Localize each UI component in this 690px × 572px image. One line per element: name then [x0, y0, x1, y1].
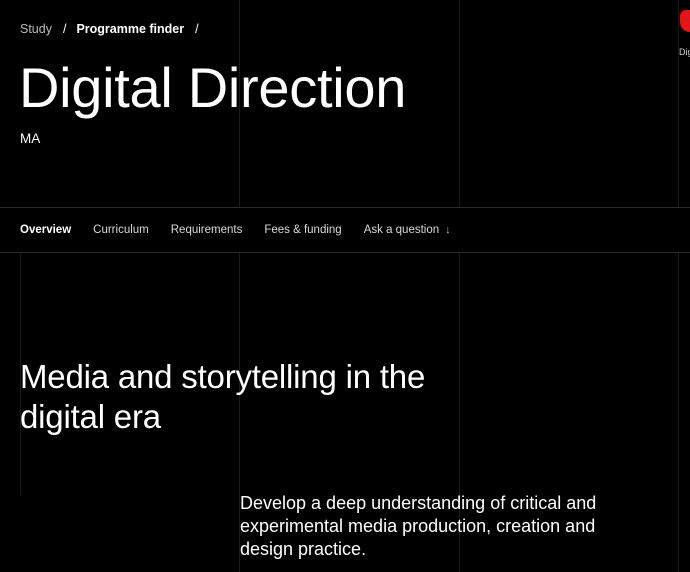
grid-line	[678, 0, 679, 572]
grid-line	[459, 0, 460, 572]
breadcrumb-separator: /	[195, 22, 199, 36]
tab-fees-funding[interactable]: Fees & funding	[264, 222, 341, 238]
hero-heading: Media and storytelling in the digital er…	[20, 358, 426, 435]
hero-intro-text: Develop a deep understanding of critical…	[240, 493, 597, 559]
breadcrumb-programme-finder-link[interactable]: Programme finder	[76, 20, 184, 38]
breadcrumb-study-link[interactable]: Study	[20, 20, 52, 38]
arrow-down-icon: ↓	[445, 224, 451, 236]
tab-curriculum[interactable]: Curriculum	[93, 222, 149, 238]
breadcrumb-separator: /	[62, 22, 67, 36]
brand-accent-shape	[680, 10, 690, 32]
breadcrumb: Study / Programme finder /	[20, 20, 209, 38]
tab-ask-a-question[interactable]: Ask a question ↓	[364, 222, 451, 238]
degree-type-label: MA	[20, 131, 41, 146]
tab-row: Overview Curriculum Requirements Fees & …	[20, 222, 473, 238]
tab-requirements[interactable]: Requirements	[171, 222, 243, 238]
page-title: Digital Direction	[19, 56, 407, 119]
section-tabs: Overview Curriculum Requirements Fees & …	[0, 207, 690, 253]
tab-ask-a-question-label: Ask a question	[363, 224, 440, 236]
tab-overview[interactable]: Overview	[20, 222, 71, 238]
side-panel-peek-label[interactable]: Dig	[679, 46, 690, 58]
